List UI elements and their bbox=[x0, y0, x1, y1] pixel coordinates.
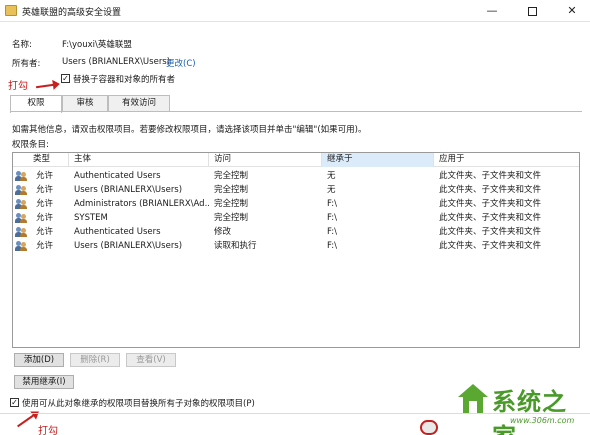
maximize-button[interactable] bbox=[512, 0, 552, 22]
annotation-arrow-bottom bbox=[17, 414, 35, 428]
owner-label: 所有者: bbox=[12, 59, 41, 69]
cell-inherited: F:\ bbox=[327, 213, 337, 223]
list-header: 类型 主体 访问 继承于 应用于 bbox=[13, 153, 579, 167]
table-row[interactable]: 允许 Authenticated Users 完全控制 无 此文件夹、子文件夹和… bbox=[13, 169, 579, 183]
house-logo-icon bbox=[458, 384, 488, 413]
cell-applies: 此文件夹、子文件夹和文件 bbox=[439, 241, 542, 251]
cell-type: 允许 bbox=[36, 199, 54, 209]
title-bar: 英雄联盟的高级安全设置 — ✕ bbox=[0, 0, 590, 22]
annotation-arrow-top bbox=[35, 83, 55, 89]
table-row[interactable]: 允许 Users (BRIANLERX\Users) 读取和执行 F:\ 此文件… bbox=[13, 239, 579, 253]
watermark: 系统之家 www.306m.com bbox=[448, 378, 590, 435]
add-button[interactable]: 添加(D) bbox=[14, 353, 64, 367]
cell-inherited: F:\ bbox=[327, 241, 337, 251]
replace-owner-checkbox[interactable]: ✓ bbox=[61, 74, 70, 83]
cell-type: 允许 bbox=[36, 241, 54, 251]
annotation-check-bottom: 打勾 bbox=[38, 426, 58, 435]
cell-inherited: F:\ bbox=[327, 227, 337, 237]
name-value: F:\youxi\英雄联盟 bbox=[62, 40, 132, 50]
cell-principal: SYSTEM bbox=[74, 213, 108, 223]
window-title: 英雄联盟的高级安全设置 bbox=[22, 8, 122, 18]
cell-applies: 此文件夹、子文件夹和文件 bbox=[439, 185, 542, 195]
users-icon bbox=[15, 241, 28, 251]
folder-icon bbox=[5, 5, 17, 16]
cell-principal: Users (BRIANLERX\Users) bbox=[74, 185, 183, 195]
table-row[interactable]: 允许 Administrators (BRIANLERX\Ad... 完全控制 … bbox=[13, 197, 579, 211]
column-applies-to[interactable]: 应用于 bbox=[434, 153, 579, 167]
column-access[interactable]: 访问 bbox=[209, 153, 322, 167]
replace-child-permissions-checkbox[interactable]: ✓ bbox=[10, 398, 19, 407]
users-icon bbox=[15, 227, 28, 237]
watermark-brand: 系统之家 bbox=[492, 387, 567, 435]
tab-effective-access[interactable]: 有效访问 bbox=[108, 95, 170, 112]
watermark-url: www.306m.com bbox=[510, 416, 575, 425]
cell-applies: 此文件夹、子文件夹和文件 bbox=[439, 171, 542, 181]
change-owner-link[interactable]: 更改(C) bbox=[166, 57, 196, 69]
owner-value: Users (BRIANLERX\Users) bbox=[62, 57, 171, 67]
permission-list[interactable]: 类型 主体 访问 继承于 应用于 允许 Authenticated Users … bbox=[12, 152, 580, 348]
cell-access: 完全控制 bbox=[214, 185, 249, 195]
minimize-button[interactable]: — bbox=[472, 0, 512, 22]
annotation-check-top: 打勾 bbox=[8, 81, 28, 92]
cell-applies: 此文件夹、子文件夹和文件 bbox=[439, 227, 542, 237]
cell-access: 完全控制 bbox=[214, 199, 249, 209]
tab-auditing[interactable]: 审核 bbox=[62, 95, 108, 112]
cell-inherited: F:\ bbox=[327, 199, 337, 209]
users-icon bbox=[15, 185, 28, 195]
maximize-icon bbox=[527, 6, 537, 16]
cell-type: 允许 bbox=[36, 227, 54, 237]
cell-type: 允许 bbox=[36, 185, 54, 195]
disable-inheritance-button[interactable]: 禁用继承(I) bbox=[14, 375, 74, 389]
replace-owner-label: 替换子容器和对象的所有者 bbox=[73, 75, 176, 85]
cell-type: 允许 bbox=[36, 171, 54, 181]
column-inherited-from[interactable]: 继承于 bbox=[322, 153, 434, 167]
cell-principal: Administrators (BRIANLERX\Ad... bbox=[74, 199, 209, 209]
table-row[interactable]: 允许 SYSTEM 完全控制 F:\ 此文件夹、子文件夹和文件 bbox=[13, 211, 579, 225]
remove-button[interactable]: 删除(R) bbox=[70, 353, 120, 367]
cell-principal: Authenticated Users bbox=[74, 171, 161, 181]
instructions-text: 如需其他信息，请双击权限项目。若要修改权限项目，请选择该项目并单击"编辑"(如果… bbox=[12, 125, 367, 135]
column-principal[interactable]: 主体 bbox=[69, 153, 209, 167]
close-button[interactable]: ✕ bbox=[552, 0, 590, 22]
users-icon bbox=[15, 171, 28, 181]
ok-button-highlighted[interactable] bbox=[420, 420, 438, 435]
cell-principal: Users (BRIANLERX\Users) bbox=[74, 241, 183, 251]
name-label: 名称: bbox=[12, 40, 32, 50]
tab-panel-divider bbox=[10, 111, 582, 112]
cell-access: 完全控制 bbox=[214, 171, 249, 181]
table-row[interactable]: 允许 Users (BRIANLERX\Users) 完全控制 无 此文件夹、子… bbox=[13, 183, 579, 197]
cell-inherited: 无 bbox=[327, 185, 336, 195]
replace-child-permissions-label: 使用可从此对象继承的权限项目替换所有子对象的权限项目(P) bbox=[22, 399, 255, 409]
cell-type: 允许 bbox=[36, 213, 54, 223]
cell-applies: 此文件夹、子文件夹和文件 bbox=[439, 213, 542, 223]
cell-access: 读取和执行 bbox=[214, 241, 257, 251]
users-icon bbox=[15, 213, 28, 223]
users-icon bbox=[15, 199, 28, 209]
cell-access: 完全控制 bbox=[214, 213, 249, 223]
permission-entries-label: 权限条目: bbox=[12, 140, 49, 150]
cell-principal: Authenticated Users bbox=[74, 227, 161, 237]
cell-applies: 此文件夹、子文件夹和文件 bbox=[439, 199, 542, 209]
column-type[interactable]: 类型 bbox=[13, 153, 69, 167]
cell-access: 修改 bbox=[214, 227, 232, 237]
table-row[interactable]: 允许 Authenticated Users 修改 F:\ 此文件夹、子文件夹和… bbox=[13, 225, 579, 239]
view-button[interactable]: 查看(V) bbox=[126, 353, 176, 367]
cell-inherited: 无 bbox=[327, 171, 336, 181]
